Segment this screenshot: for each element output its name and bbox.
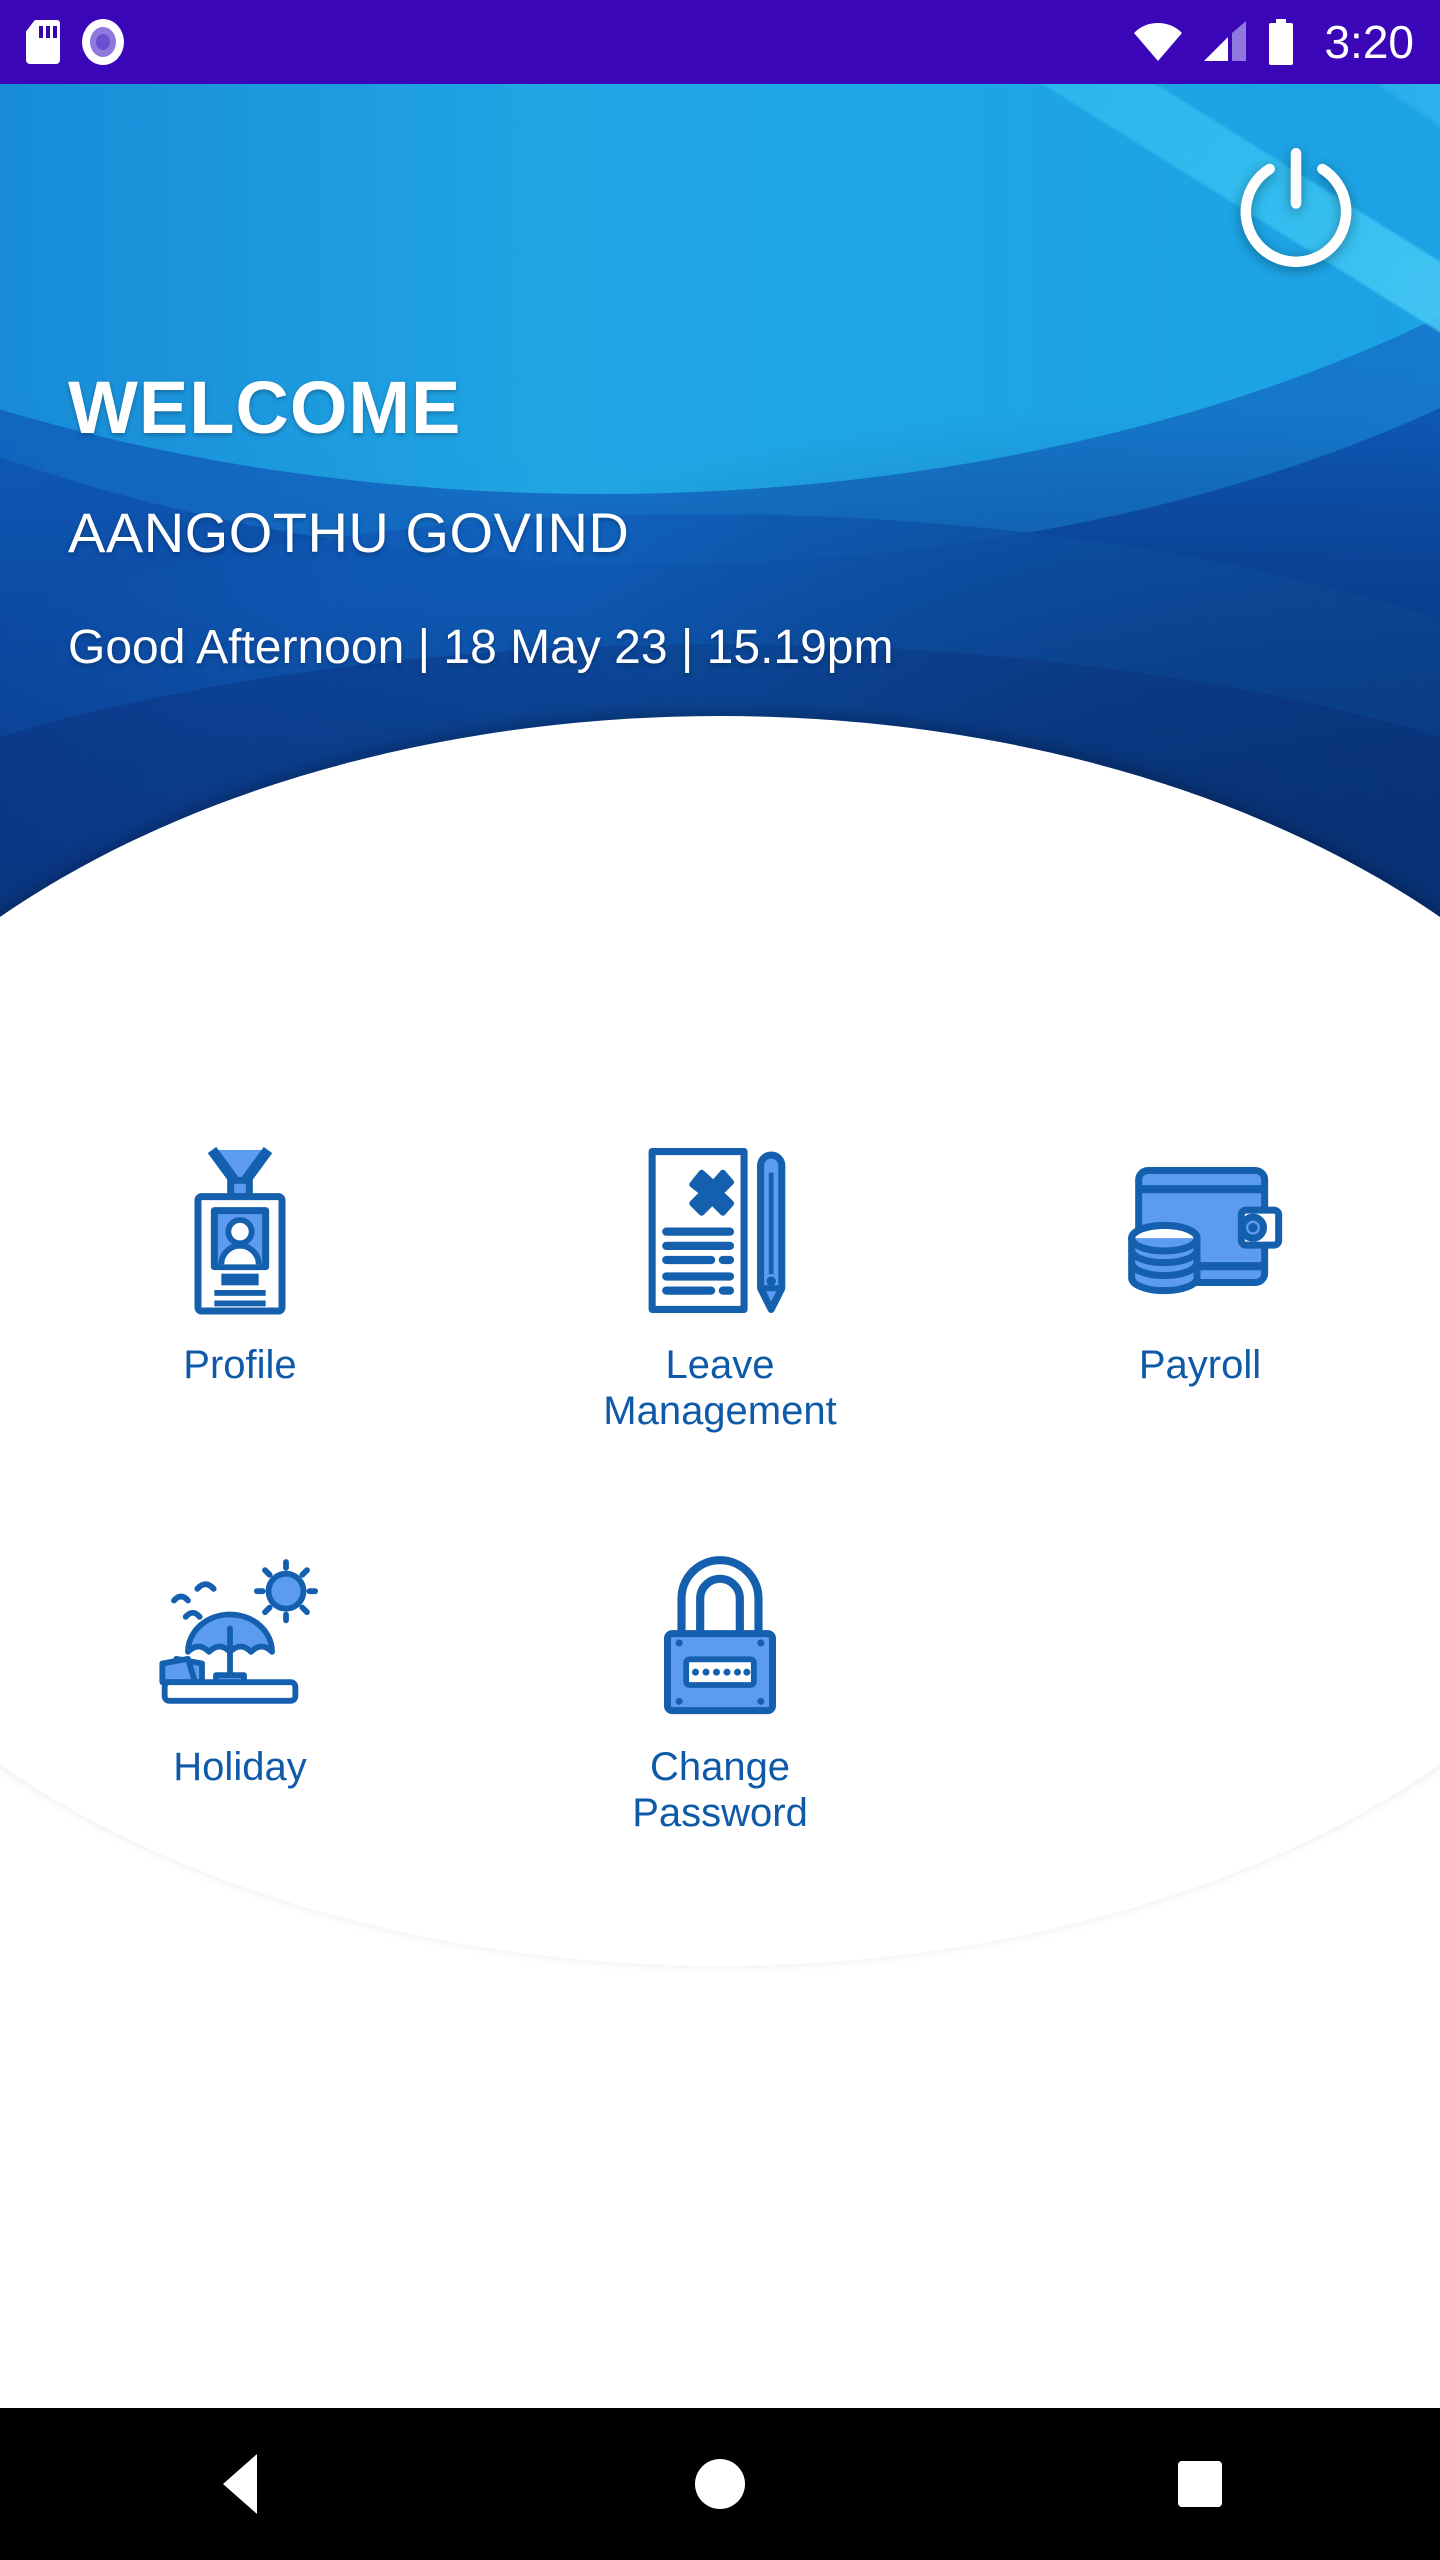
menu-slot-empty <box>960 1522 1440 1836</box>
id-badge-icon <box>145 1130 335 1330</box>
recents-square-icon <box>1178 2461 1222 2507</box>
status-bar-right-icons: 3:20 <box>1132 19 1414 65</box>
document-airplane-pencil-icon <box>625 1130 815 1330</box>
android-navigation-bar <box>0 2408 1440 2560</box>
nav-home-button[interactable] <box>645 2408 795 2560</box>
menu-grid: Profile Leave Management Payroll Holiday… <box>0 1120 1440 1836</box>
beach-umbrella-icon <box>145 1532 335 1732</box>
menu-row-1: Profile Leave Management Payroll <box>0 1120 1440 1434</box>
menu-item-payroll[interactable]: Payroll <box>960 1120 1440 1434</box>
welcome-title: WELCOME <box>68 366 462 449</box>
nav-recents-button[interactable] <box>1125 2408 1275 2560</box>
menu-item-change-password[interactable]: Change Password <box>480 1522 960 1836</box>
menu-item-label: Change Password <box>632 1745 808 1835</box>
menu-item-profile[interactable]: Profile <box>0 1120 480 1434</box>
back-triangle-icon <box>223 2454 257 2514</box>
status-bar: 3:20 <box>0 0 1440 84</box>
home-circle-icon <box>695 2459 745 2509</box>
menu-item-label: Profile <box>183 1343 297 1387</box>
greeting-line: Good Afternoon | 18 May 23 | 15.19pm <box>68 621 894 674</box>
sd-card-icon <box>26 20 60 64</box>
menu-item-label: Payroll <box>1138 1343 1262 1387</box>
menu-item-leave-management[interactable]: Leave Management <box>480 1120 960 1434</box>
status-bar-clock: 3:20 <box>1324 16 1414 68</box>
menu-item-label: Leave Management <box>603 1343 837 1433</box>
user-name: AANGOTHU GOVIND <box>68 501 630 564</box>
wallet-coins-icon <box>1105 1130 1295 1330</box>
status-bar-left-icons <box>26 19 124 65</box>
menu-item-holiday[interactable]: Holiday <box>0 1522 480 1836</box>
record-circle-icon <box>82 19 124 65</box>
power-icon[interactable] <box>1230 140 1362 272</box>
padlock-icon <box>625 1532 815 1732</box>
battery-icon <box>1269 19 1294 65</box>
app-root: 3:20 WELCOME AANGOTHU GOVIND Good Aftern… <box>0 0 1440 2560</box>
menu-item-label: Holiday <box>173 1745 307 1789</box>
menu-row-2: Holiday Change Password <box>0 1522 1440 1836</box>
wifi-icon <box>1134 23 1183 61</box>
cellular-signal-icon <box>1204 21 1247 61</box>
nav-back-button[interactable] <box>165 2408 315 2560</box>
